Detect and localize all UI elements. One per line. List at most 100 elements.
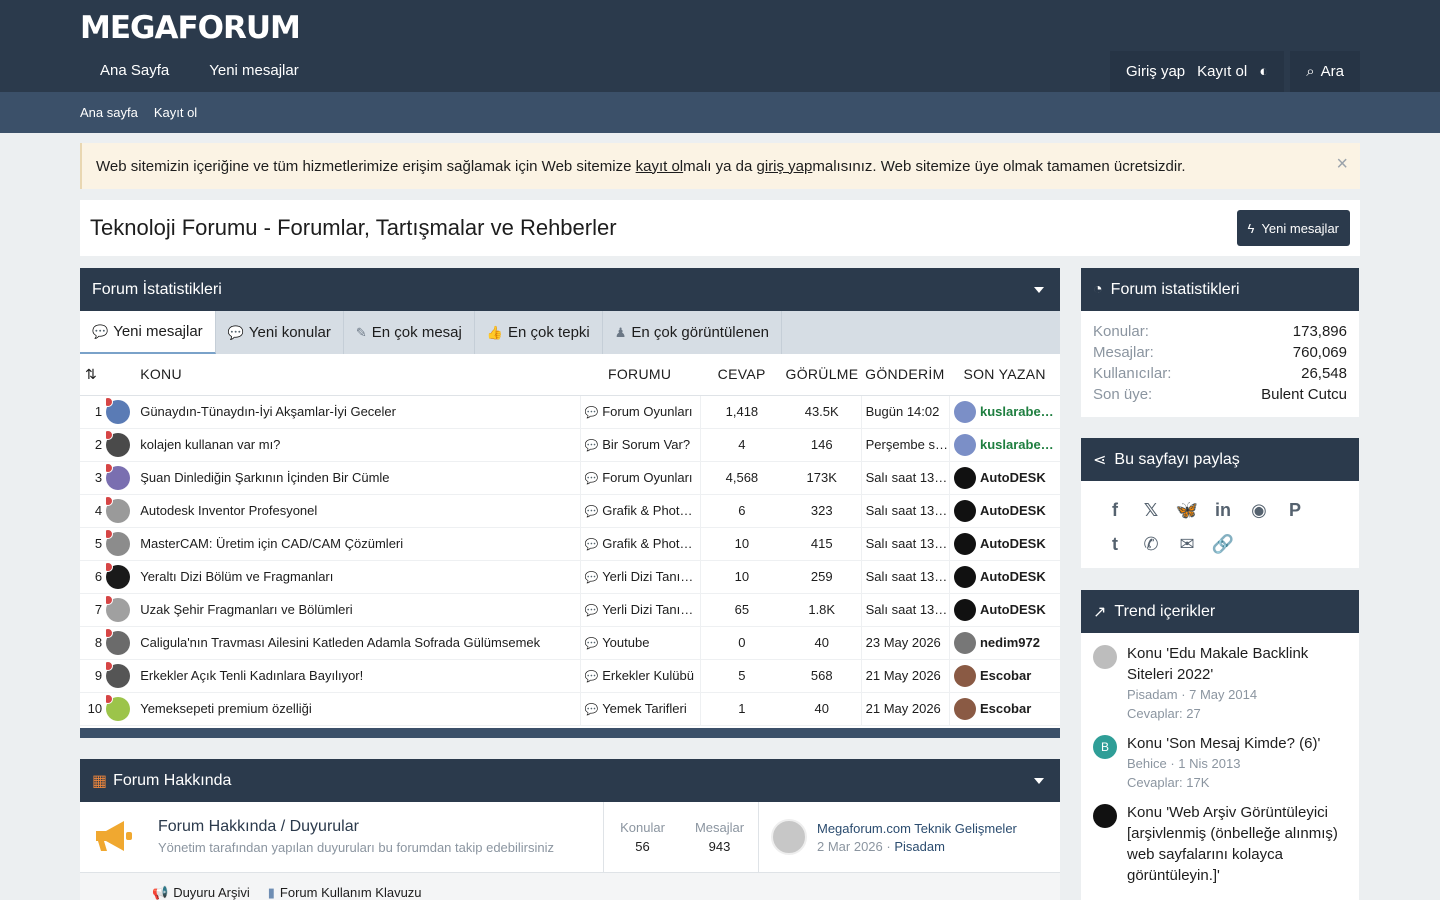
topic-title-link[interactable]: Uzak Şehir Fragmanları ve Bölümleri: [140, 593, 580, 627]
avatar[interactable]: [106, 627, 131, 655]
table-row[interactable]: 9 Erkekler Açık Tenli Kadınlara Bayılıyor…: [80, 659, 1060, 693]
table-row[interactable]: 6 Yeraltı Dizi Bölüm ve Fragmanları 💬 Yerli…: [80, 560, 1060, 594]
topic-title-link[interactable]: Günaydın-Tünaydın-İyi Akşamlar-İyi Gecel…: [140, 395, 580, 429]
avatar[interactable]: [953, 433, 976, 456]
table-row[interactable]: 8 Caligula'nın Travması Ailesini Katleden…: [80, 626, 1060, 660]
subnav-home[interactable]: Ana sayfa: [80, 105, 138, 120]
tab-most-reactions[interactable]: 👍 En çok tepki: [475, 311, 603, 354]
list-item[interactable]: Konu 'Edu Makale Backlink Siteleri 2022'…: [1081, 633, 1359, 723]
avatar[interactable]: [953, 565, 976, 588]
list-item[interactable]: Konu 'Web Arşiv Görüntüleyici [arşivlenm…: [1081, 792, 1359, 886]
tab-new-posts[interactable]: 💬 Yeni mesajlar: [80, 311, 216, 354]
collapse-caret-icon[interactable]: [1034, 287, 1044, 293]
notice-register-link[interactable]: kayıt ol: [636, 158, 684, 175]
avatar[interactable]: [953, 664, 976, 687]
forum-link[interactable]: 💬 Grafik & Phot…: [579, 494, 701, 528]
table-row[interactable]: 5 MasterCAM: Üretim için CAD/CAM Çözümler…: [80, 527, 1060, 561]
last-poster[interactable]: AutoDESK: [948, 560, 1060, 594]
tab-new-topics[interactable]: 💬 Yeni konular: [216, 311, 344, 354]
forum-stats-header[interactable]: Forum İstatistikleri: [80, 268, 1060, 311]
avatar[interactable]: [953, 400, 976, 423]
notice-login-link[interactable]: giriş yap: [757, 158, 813, 175]
forum-link[interactable]: 💬 Yemek Tarifleri: [579, 692, 701, 726]
table-row[interactable]: 4 Autodesk Inventor Profesyonel 💬 Grafik & …: [80, 494, 1060, 528]
subforum-usage-guide[interactable]: ▮ Forum Kullanım Klavuzu: [268, 885, 422, 900]
avatar[interactable]: [953, 631, 976, 654]
table-row[interactable]: 3 Şuan Dinlediğin Şarkının İçinden Bir Cü…: [80, 461, 1060, 495]
topic-title-link[interactable]: Autodesk Inventor Profesyonel: [140, 494, 580, 528]
forum-title-link[interactable]: Forum Hakkında / Duyurular: [158, 818, 603, 836]
avatar[interactable]: [953, 499, 976, 522]
topic-title-link[interactable]: kolajen kullanan var mı?: [140, 428, 580, 462]
last-poster[interactable]: AutoDESK: [948, 461, 1060, 495]
close-icon[interactable]: ×: [1336, 154, 1348, 174]
nav-home[interactable]: Ana Sayfa: [80, 50, 189, 92]
col-forum[interactable]: FORUMU: [580, 354, 701, 396]
theme-toggle-icon[interactable]: ◐: [1253, 51, 1274, 92]
avatar[interactable]: [1093, 804, 1117, 828]
topic-title-link[interactable]: Yeraltı Dizi Bölüm ve Fragmanları: [140, 560, 580, 594]
topic-title-link[interactable]: Erkekler Açık Tenli Kadınlara Bayılıyor!: [140, 659, 580, 693]
subnav-register[interactable]: Kayıt ol: [154, 105, 197, 120]
last-poster[interactable]: kuslarabe…: [948, 428, 1060, 462]
avatar[interactable]: [953, 466, 976, 489]
avatar[interactable]: [106, 462, 131, 490]
forum-link[interactable]: 💬 Yerli Dizi Tanı…: [579, 560, 701, 594]
avatar[interactable]: [953, 598, 976, 621]
table-row[interactable]: 1 Günaydın-Tünaydın-İyi Akşamlar-İyi Gece…: [80, 395, 1060, 429]
forum-link[interactable]: 💬 Grafik & Phot…: [579, 527, 701, 561]
avatar[interactable]: [106, 528, 131, 556]
new-posts-button[interactable]: ϟ Yeni mesajlar: [1236, 210, 1350, 246]
list-item[interactable]: B Konu 'Son Mesaj Kimde? (6)' Behice · 1 …: [1081, 723, 1359, 792]
forum-link[interactable]: 💬 Erkekler Kulübü: [579, 659, 701, 693]
pinterest-icon[interactable]: P: [1277, 495, 1313, 525]
nav-new-posts[interactable]: Yeni mesajlar: [189, 50, 319, 92]
last-poster[interactable]: AutoDESK: [948, 527, 1060, 561]
tumblr-icon[interactable]: t: [1097, 529, 1133, 559]
x-twitter-icon[interactable]: 𝕏: [1133, 495, 1169, 525]
last-poster[interactable]: AutoDESK: [948, 593, 1060, 627]
subforum-announcement-archive[interactable]: 📢 Duyuru Arşivi: [152, 885, 250, 900]
avatar[interactable]: [106, 561, 131, 589]
last-poster[interactable]: Escobar: [948, 692, 1060, 726]
topic-title-link[interactable]: Caligula'nın Travması Ailesini Katleden …: [140, 626, 580, 660]
avatar[interactable]: [106, 693, 131, 721]
search-button[interactable]: ⌕ Ara: [1300, 51, 1350, 92]
avatar[interactable]: [106, 495, 131, 523]
linkedin-icon[interactable]: in: [1205, 495, 1241, 525]
site-logo[interactable]: MEGAFORUM: [80, 10, 301, 46]
avatar[interactable]: [106, 594, 131, 622]
avatar[interactable]: [106, 660, 131, 688]
forum-about-header[interactable]: ▦ Forum Hakkında: [80, 759, 1060, 802]
avatar[interactable]: [1093, 645, 1117, 669]
avatar[interactable]: B: [1093, 735, 1117, 759]
bluesky-icon[interactable]: 🦋: [1169, 495, 1205, 525]
col-replies[interactable]: CEVAP: [700, 354, 783, 396]
email-icon[interactable]: ✉: [1169, 529, 1205, 559]
table-row[interactable]: 2 kolajen kullanan var mı? 💬 Bir Sorum Var?…: [80, 428, 1060, 462]
avatar[interactable]: [953, 532, 976, 555]
col-views[interactable]: GÖRÜLME: [782, 354, 862, 396]
col-last-poster[interactable]: SON YAZAN: [949, 354, 1060, 396]
last-poster[interactable]: AutoDESK: [948, 494, 1060, 528]
register-link[interactable]: Kayıt ol: [1191, 51, 1253, 92]
avatar[interactable]: [106, 429, 131, 457]
login-link[interactable]: Giriş yap: [1120, 51, 1191, 92]
col-topic[interactable]: KONU: [140, 354, 580, 396]
last-post-user-link[interactable]: Pisadam: [894, 839, 945, 854]
avatar[interactable]: [953, 697, 976, 720]
reddit-icon[interactable]: ◉: [1241, 495, 1277, 525]
whatsapp-icon[interactable]: ✆: [1133, 529, 1169, 559]
forum-link[interactable]: 💬 Youtube: [579, 626, 701, 660]
sort-icon[interactable]: ⇅: [80, 354, 107, 396]
topic-title-link[interactable]: MasterCAM: Üretim için CAD/CAM Çözümleri: [140, 527, 580, 561]
avatar[interactable]: [106, 396, 131, 424]
newest-member-link[interactable]: Bulent Cutcu: [1261, 386, 1347, 407]
topic-title-link[interactable]: Şuan Dinlediğin Şarkının İçinden Bir Cüm…: [140, 461, 580, 495]
facebook-icon[interactable]: f: [1097, 495, 1133, 525]
forum-link[interactable]: 💬 Forum Oyunları: [579, 461, 701, 495]
table-row[interactable]: 10 Yemeksepeti premium özelliği 💬 Yemek Tar…: [80, 692, 1060, 726]
last-poster[interactable]: kuslarabe…: [948, 395, 1060, 429]
forum-link[interactable]: 💬 Forum Oyunları: [579, 395, 701, 429]
last-poster[interactable]: nedim972: [948, 626, 1060, 660]
